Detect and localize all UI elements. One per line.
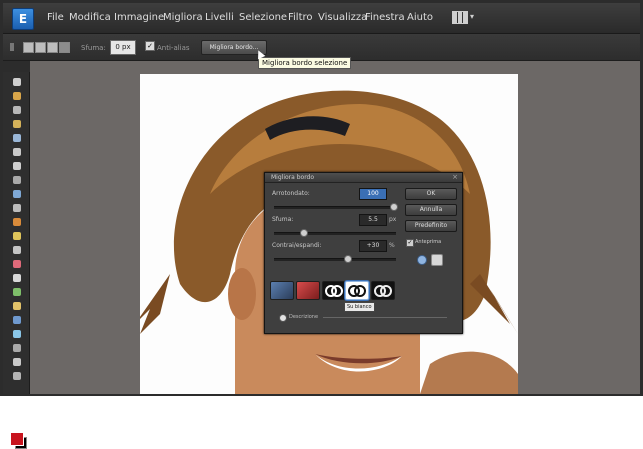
photoshop-elements-window: E File Modifica Immagine Migliora Livell…: [0, 0, 643, 449]
description-label: Descrizione: [289, 314, 319, 320]
blur-tool-icon[interactable]: [13, 358, 21, 366]
feather-slider-knob[interactable]: [299, 229, 308, 237]
new-selection-icon[interactable]: [23, 42, 34, 53]
red-eye-tool-icon[interactable]: [13, 218, 21, 226]
preview-label: Anteprima: [415, 239, 442, 245]
type-tool-icon[interactable]: [13, 162, 21, 170]
smooth-slider[interactable]: [274, 203, 398, 211]
preview-checkbox[interactable]: ✓: [406, 239, 414, 247]
menu-selezione[interactable]: Selezione: [239, 12, 287, 23]
contract-expand-slider-knob[interactable]: [343, 255, 352, 263]
view-thumb-tooltip: Su bianco: [344, 302, 375, 312]
sponge-tool-icon[interactable]: [13, 372, 21, 380]
smooth-slider-knob[interactable]: [390, 203, 398, 211]
hand-icon[interactable]: [431, 254, 443, 266]
toolbox: [3, 72, 30, 449]
add-selection-icon[interactable]: [35, 42, 46, 53]
menu-modifica[interactable]: Modifica: [69, 12, 111, 23]
contract-expand-unit: %: [389, 242, 395, 249]
dialog-titlebar[interactable]: Migliora bordo ×: [265, 173, 462, 183]
menu-migliora[interactable]: Migliora: [163, 12, 203, 23]
feather-slider[interactable]: [274, 229, 396, 237]
view-standard-thumb[interactable]: [270, 281, 294, 300]
feather-unit: px: [389, 216, 397, 223]
view-quick-mask-thumb[interactable]: [296, 281, 320, 300]
gradient-tool-icon[interactable]: [13, 330, 21, 338]
brush-tool-icon[interactable]: [13, 288, 21, 296]
menu-file[interactable]: File: [47, 12, 64, 23]
app-logo-icon: E: [12, 8, 34, 30]
straighten-tool-icon[interactable]: [13, 204, 21, 212]
pencil-tool-icon[interactable]: [13, 274, 21, 282]
refine-edge-tooltip: Migliora bordo selezione: [258, 57, 352, 69]
clone-stamp-tool-icon[interactable]: [13, 246, 21, 254]
dialog-title: Migliora bordo: [271, 174, 315, 181]
paint-bucket-tool-icon[interactable]: [13, 316, 21, 324]
smooth-label: Arrotondato:: [272, 190, 310, 197]
selection-brush-tool-icon[interactable]: [13, 148, 21, 156]
lasso-tool-icon[interactable]: [13, 120, 21, 128]
antialias-label: Anti-alias: [157, 44, 190, 52]
cancel-button[interactable]: Annulla: [405, 204, 457, 216]
move-tool-icon[interactable]: [13, 78, 21, 86]
antialias-checkbox[interactable]: ✓: [145, 41, 155, 51]
hand-tool-icon[interactable]: [13, 92, 21, 100]
feather-input[interactable]: 5.5: [359, 214, 387, 226]
menu-bar: E File Modifica Immagine Migliora Livell…: [3, 3, 640, 34]
subtract-selection-icon[interactable]: [47, 42, 58, 53]
rings-icon: [348, 285, 366, 297]
default-button[interactable]: Predefinito: [405, 220, 457, 232]
shape-tool-icon[interactable]: [13, 344, 21, 352]
menu-immagine[interactable]: Immagine: [114, 12, 164, 23]
menu-aiuto[interactable]: Aiuto: [407, 12, 433, 23]
description-toggle-icon[interactable]: [279, 314, 287, 322]
crop-tool-icon[interactable]: [13, 176, 21, 184]
workspace-layout-icon[interactable]: [452, 11, 468, 24]
eraser-tool-icon[interactable]: [13, 260, 21, 268]
ok-button[interactable]: OK: [405, 188, 457, 200]
feather-label: Sfuma:: [272, 216, 294, 223]
feather-label: Sfuma:: [81, 44, 106, 52]
chevron-down-icon[interactable]: ▾: [470, 12, 474, 21]
contract-expand-input[interactable]: +30: [359, 240, 387, 252]
menu-filtro[interactable]: Filtro: [288, 12, 313, 23]
intersect-selection-icon[interactable]: [59, 42, 70, 53]
rings-icon: [374, 285, 392, 297]
cookie-cutter-tool-icon[interactable]: [13, 190, 21, 198]
menu-visualizza[interactable]: Visualizza: [318, 12, 367, 23]
refine-edge-dialog: Migliora bordo × Arrotondato: 100 Sfuma:…: [264, 172, 463, 334]
contract-expand-slider[interactable]: [274, 255, 396, 263]
view-on-white-thumb[interactable]: [345, 281, 369, 300]
view-mask-thumb[interactable]: [371, 281, 395, 300]
menu-livelli[interactable]: Livelli: [205, 12, 234, 23]
feather-input[interactable]: 0 px: [110, 40, 136, 55]
menu-finestra[interactable]: Finestra: [365, 12, 405, 23]
zoom-tool-icon[interactable]: [13, 106, 21, 114]
zoom-icon[interactable]: [417, 255, 427, 265]
tool-preset-icon[interactable]: [10, 43, 14, 51]
spot-healing-tool-icon[interactable]: [13, 232, 21, 240]
close-icon[interactable]: ×: [452, 173, 458, 181]
rings-icon: [325, 285, 343, 297]
description-divider: [323, 317, 447, 318]
view-on-black-thumb[interactable]: [322, 281, 346, 300]
smooth-input[interactable]: 100: [359, 188, 387, 200]
smart-brush-tool-icon[interactable]: [13, 302, 21, 310]
foreground-color-swatch[interactable]: [10, 432, 24, 446]
contract-expand-label: Contrai/espandi:: [272, 242, 322, 249]
magic-wand-tool-icon[interactable]: [13, 134, 21, 142]
